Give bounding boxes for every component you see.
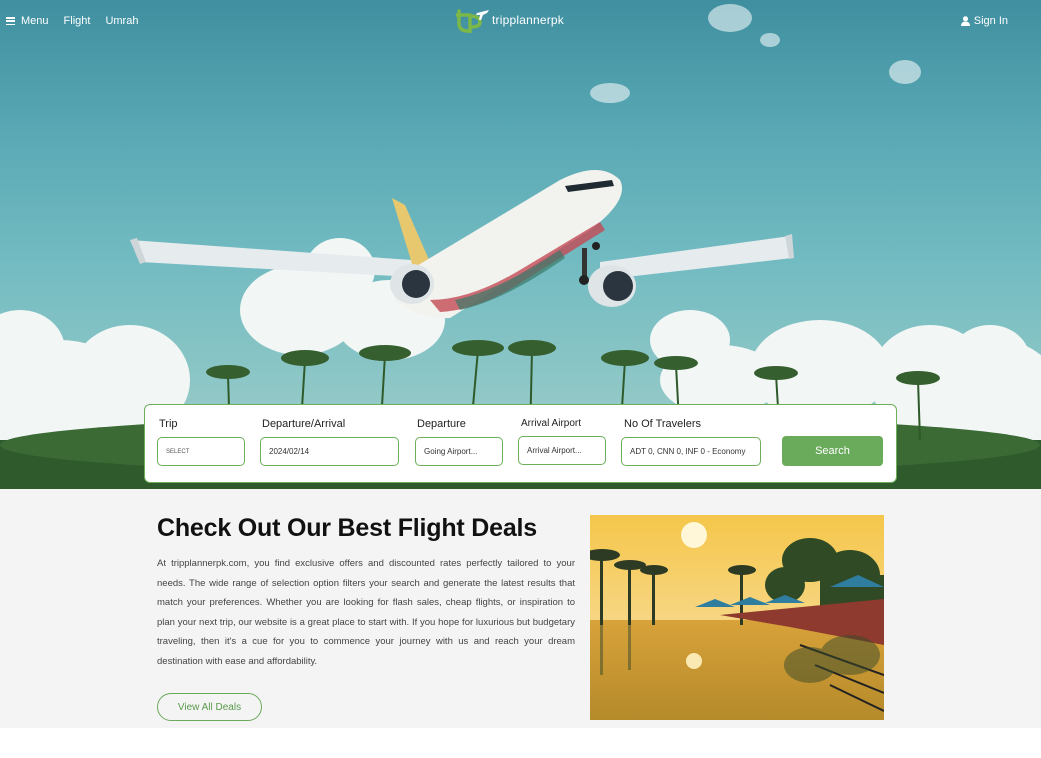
user-icon	[960, 16, 970, 26]
date-label: Departure/Arrival	[262, 418, 346, 430]
best-deals-section: Check Out Our Best Flight Deals At tripp…	[0, 489, 1041, 728]
top-nav: Menu Flight Umrah tripplannerpk Sign In	[0, 0, 1041, 44]
nav-link-umrah[interactable]: Umrah	[105, 15, 138, 27]
trip-select[interactable]: SELECT	[157, 437, 245, 466]
arrival-label: Arrival Airport	[521, 418, 582, 429]
nav-link-flight[interactable]: Flight	[64, 15, 91, 27]
search-button[interactable]: Search	[782, 436, 883, 466]
resort-sunset-image	[590, 515, 884, 720]
trip-label: Trip	[159, 418, 178, 430]
nav-left-group: Menu Flight Umrah	[6, 15, 138, 27]
flight-search-panel: Trip SELECT Departure/Arrival 2024/02/14…	[144, 404, 897, 483]
deals-title: Check Out Our Best Flight Deals	[157, 514, 537, 542]
sign-in-label: Sign In	[973, 15, 1008, 27]
resort-sunset-illustration	[590, 515, 884, 720]
date-input[interactable]: 2024/02/14	[260, 437, 399, 466]
travelers-input[interactable]: ADT 0, CNN 0, INF 0 - Economy	[621, 437, 761, 466]
menu-label: Menu	[21, 15, 49, 27]
sign-in-link[interactable]: Sign In	[960, 15, 1008, 27]
arrival-airport-input[interactable]: Arrival Airport...	[518, 436, 606, 465]
view-all-deals-button[interactable]: View All Deals	[157, 693, 262, 721]
departure-airport-input[interactable]: Going Airport...	[415, 437, 503, 466]
hero-banner: Menu Flight Umrah tripplannerpk Sign In …	[0, 0, 1041, 489]
travelers-label: No Of Travelers	[624, 418, 702, 430]
logo-icon	[456, 9, 489, 33]
hamburger-icon	[6, 17, 15, 25]
menu-button[interactable]: Menu	[6, 15, 49, 27]
logo-text: tripplannerpk	[492, 13, 564, 27]
deals-description: At tripplannerpk.com, you find exclusive…	[157, 558, 575, 667]
departure-label: Departure	[417, 418, 466, 430]
site-logo[interactable]: tripplannerpk	[456, 7, 564, 33]
